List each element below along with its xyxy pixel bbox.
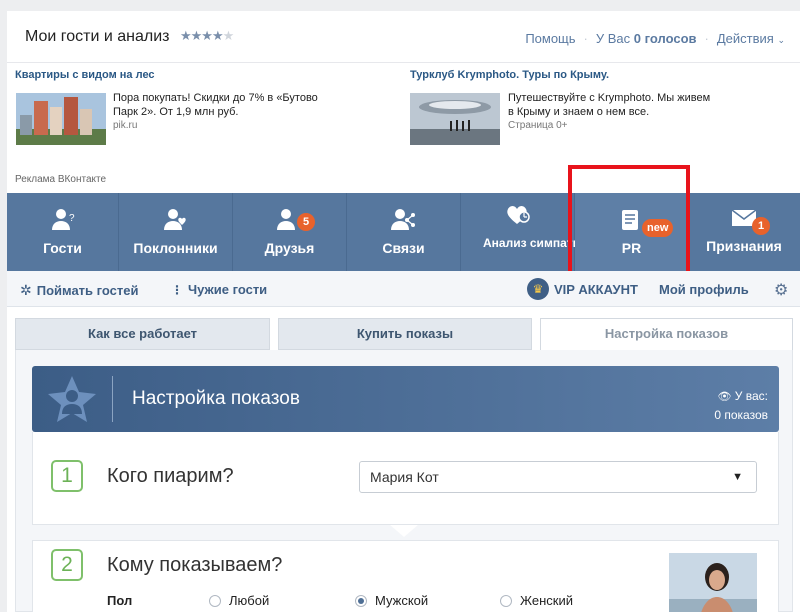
tab-how-it-works[interactable]: Как все работает: [15, 318, 270, 350]
rating-stars: ★★★★★: [180, 28, 234, 43]
tab-fans[interactable]: Поклонники: [119, 193, 233, 271]
fan-icon: [163, 209, 186, 230]
actions-label: Действия: [716, 31, 774, 46]
catch-guests-link[interactable]: ✲ Поймать гостей: [20, 282, 139, 299]
svg-text:?: ?: [69, 213, 75, 224]
tab-impression-settings[interactable]: Настройка показов: [540, 318, 793, 350]
guest-icon: ?: [51, 209, 75, 230]
votes-info: У Вас 0 голосов: [596, 31, 697, 46]
radio-label: Женский: [520, 593, 573, 608]
foreign-guests-link[interactable]: ⋮ Чужие гости: [171, 282, 267, 297]
tab-friends[interactable]: 5 Друзья: [233, 193, 347, 271]
gender-row: Пол Любой Мужской Женский: [107, 593, 607, 612]
tab-label: Поклонники: [133, 240, 218, 256]
settings-banner: Настройка показов 👁 У вас: 0 показов: [32, 366, 779, 432]
ad-label[interactable]: Реклама ВКонтакте: [15, 174, 106, 185]
tab-connections[interactable]: Связи: [347, 193, 461, 271]
ad-title[interactable]: Квартиры с видом на лес: [15, 69, 155, 81]
settings-panel: Настройка показов 👁 У вас: 0 показов 1 К…: [15, 350, 793, 612]
radio-label: Мужской: [375, 593, 429, 608]
sympathy-icon: [506, 206, 530, 224]
profile-photo: [669, 553, 757, 612]
profile-select[interactable]: Мария Кот ▼: [359, 461, 757, 493]
ad-text: Путешествуйте с Krymphoto. Мы живем в Кр…: [508, 92, 711, 118]
confessions-badge: 1: [752, 217, 770, 235]
ad-title[interactable]: Турклуб Krymphoto. Туры по Крыму.: [410, 69, 609, 81]
card-notch: [390, 525, 418, 537]
ad-image-buildings[interactable]: [16, 93, 106, 145]
impressions-label: У вас:: [734, 389, 768, 403]
ad-block-2[interactable]: Турклуб Krymphoto. Туры по Крыму. Путеше…: [410, 69, 710, 145]
gear-icon[interactable]: ⚙: [774, 280, 788, 300]
tab-label: Признания: [706, 238, 782, 254]
step-question: Кому показываем?: [107, 554, 283, 576]
header-links: Помощь · У Вас 0 голосов · Действия ⌄: [525, 31, 785, 46]
step-number: 2: [51, 549, 83, 581]
vip-account-link[interactable]: ♛ VIP АККАУНТ: [527, 278, 638, 300]
connections-icon: [390, 209, 415, 230]
foreign-guests-label: Чужие гости: [188, 282, 268, 297]
gender-male-radio[interactable]: Мужской: [355, 593, 428, 608]
content-tabs: Как все работает Купить показы Настройка…: [15, 318, 793, 350]
impressions-info: 👁 У вас: 0 показов: [714, 387, 768, 424]
app-header: Мои гости и анализ ★★★★★ Помощь · У Вас …: [7, 11, 800, 63]
tab-sympathy-analysis[interactable]: Анализ симпатий: [461, 193, 588, 271]
ad-block-1[interactable]: Квартиры с видом на лес Пора покупать! С…: [15, 69, 318, 145]
catch-guests-label: Поймать гостей: [36, 283, 139, 298]
ad-domain[interactable]: pik.ru: [113, 120, 137, 131]
radio-dot-selected: [355, 594, 367, 607]
tab-guests[interactable]: ? Гости: [7, 193, 119, 271]
chevron-down-icon: ⌄: [777, 35, 785, 45]
ad-text: Пора покупать! Скидки до 7% в «Бутово Па…: [113, 92, 318, 118]
star-user-icon: [48, 376, 96, 422]
vip-label: VIP АККАУНТ: [554, 281, 638, 297]
tab-label: Анализ симпатий: [483, 236, 588, 250]
gender-any-radio[interactable]: Любой: [209, 593, 269, 608]
my-profile-link[interactable]: Мой профиль: [659, 282, 749, 297]
tab-label: Друзья: [264, 240, 315, 256]
crown-icon: ♛: [527, 278, 549, 300]
radio-label: Любой: [229, 593, 270, 608]
sub-navigation: ✲ Поймать гостей ⋮ Чужие гости ♛ VIP АКК…: [7, 271, 800, 307]
step-number: 1: [51, 460, 83, 492]
tab-buy-impressions[interactable]: Купить показы: [278, 318, 532, 350]
ad-image-crimea[interactable]: [410, 93, 500, 145]
step-who-card: 1 Кого пиарим? Мария Кот ▼: [32, 432, 779, 525]
impressions-value: 0 показов: [714, 408, 768, 422]
pr-highlight-box: [568, 165, 690, 277]
my-profile-label: Мой профиль: [659, 282, 749, 297]
radio-dot: [500, 594, 512, 607]
banner-divider: [112, 376, 113, 422]
tab-label: Связи: [382, 240, 425, 256]
radio-dot: [209, 594, 221, 607]
separator-dot: ·: [704, 31, 709, 46]
profile-select-value: Мария Кот: [370, 469, 439, 485]
ad-domain[interactable]: Страница 0+: [508, 120, 568, 131]
separator-dot: ·: [583, 31, 588, 46]
gender-female-radio[interactable]: Женский: [500, 593, 573, 608]
dropdown-arrow-icon: ▼: [732, 471, 743, 483]
step-question: Кого пиарим?: [107, 465, 234, 487]
friends-badge: 5: [297, 213, 315, 231]
banner-title: Настройка показов: [132, 388, 300, 409]
footprints-icon: ⋮: [171, 282, 183, 297]
app-page: Мои гости и анализ ★★★★★ Помощь · У Вас …: [7, 11, 800, 612]
tab-confessions[interactable]: 1 Признания: [689, 193, 799, 271]
app-title: Мои гости и анализ: [25, 28, 170, 45]
eye-icon: 👁: [717, 391, 732, 403]
gender-label: Пол: [107, 593, 133, 608]
ship-wheel-icon: ✲: [20, 282, 32, 298]
votes-prefix: У Вас: [595, 31, 631, 46]
actions-menu[interactable]: Действия ⌄: [717, 31, 785, 46]
step-whom-card: 2 Кому показываем? Пол Любой Мужской Жен…: [32, 540, 779, 612]
votes-value: 0 голосов: [633, 31, 697, 46]
help-link[interactable]: Помощь: [525, 31, 575, 46]
tab-label: Гости: [43, 240, 82, 256]
